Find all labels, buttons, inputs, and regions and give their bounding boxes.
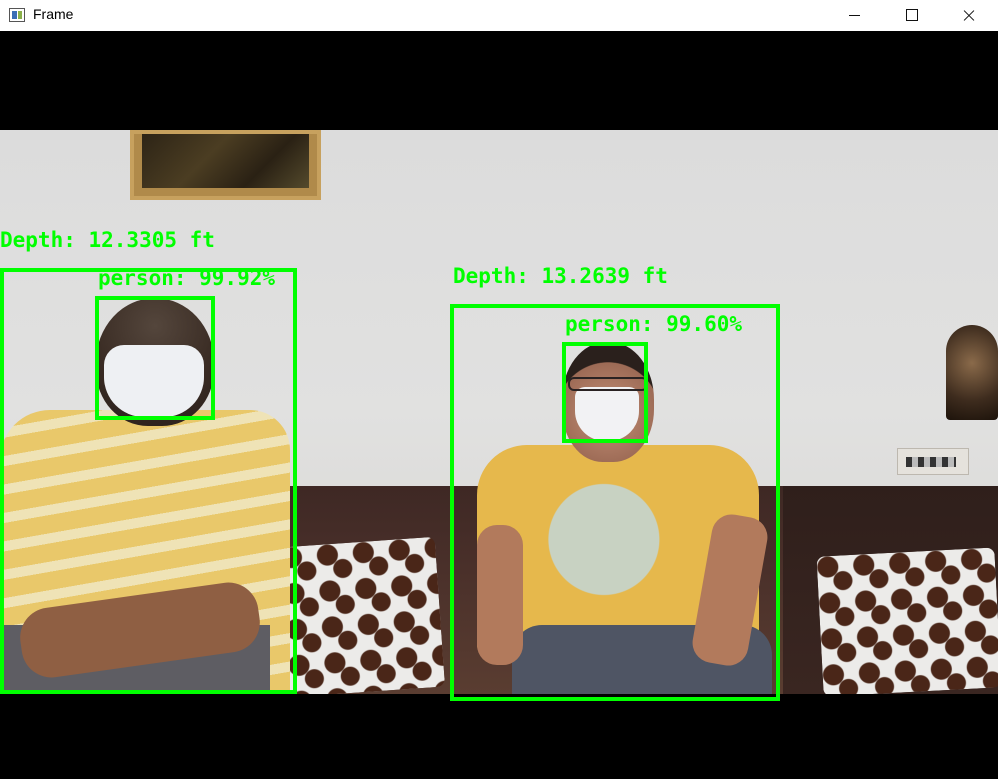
depth-label: Depth: 13.2639 ft: [453, 264, 668, 288]
wall-painting: [130, 130, 321, 200]
face-label: person: 99.92%: [98, 266, 276, 290]
wall-socket: [897, 448, 969, 475]
cushion: [816, 547, 998, 694]
letterbox-top: [0, 31, 998, 130]
window-title: Frame: [33, 6, 74, 22]
title-bar: Frame: [0, 0, 998, 31]
close-icon[interactable]: [946, 0, 992, 31]
maximize-icon[interactable]: [889, 0, 935, 31]
cushion: [279, 536, 446, 694]
letterbox-bottom: [0, 694, 998, 779]
shelf-statue: [946, 325, 998, 420]
app-window-icon: [9, 8, 25, 22]
face-label: person: 99.60%: [565, 312, 743, 336]
minimize-icon[interactable]: [832, 0, 878, 31]
face-bounding-box: [562, 342, 648, 443]
face-bounding-box: [95, 296, 215, 420]
depth-label: Depth: 12.3305 ft: [0, 228, 215, 252]
